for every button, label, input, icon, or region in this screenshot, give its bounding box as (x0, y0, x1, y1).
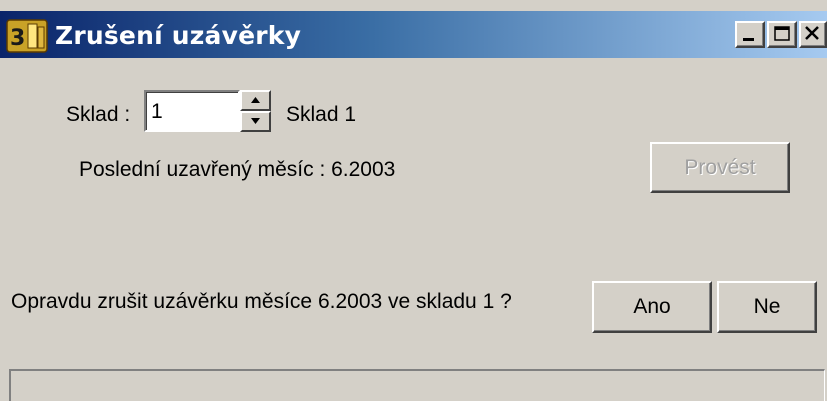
last-closed-month-label: Poslední uzavřený měsíc : 6.2003 (79, 158, 396, 181)
spin-down-button[interactable] (240, 111, 271, 132)
maximize-icon (774, 26, 790, 41)
sklad-spin-input[interactable]: 1 (144, 90, 240, 132)
minimize-button[interactable] (735, 21, 765, 48)
minimize-icon (743, 38, 754, 41)
close-icon (805, 26, 819, 40)
window-title: Zrušení uzávěrky (55, 21, 302, 50)
arrow-down-icon (251, 118, 260, 124)
ne-button[interactable]: Ne (717, 281, 817, 333)
provest-button[interactable]: Provést (650, 142, 790, 193)
app-logo-icon[interactable]: 3 (6, 19, 48, 53)
title-bar[interactable]: 3 Zrušení uzávěrky (0, 11, 827, 58)
close-button[interactable] (799, 21, 827, 48)
ano-button[interactable]: Ano (592, 281, 712, 333)
svg-text:3: 3 (10, 26, 25, 51)
arrow-up-icon (251, 97, 260, 103)
dialog-window: 3 Zrušení uzávěrky Sklad : 1 Sklad 1 Pos… (0, 0, 827, 401)
sklad-name-label: Sklad 1 (286, 103, 357, 126)
status-panel (9, 369, 825, 401)
confirm-question-label: Opravdu zrušit uzávěrku měsíce 6.2003 ve… (11, 290, 512, 313)
maximize-button[interactable] (767, 21, 797, 48)
sklad-label: Sklad : (66, 103, 131, 126)
spin-up-button[interactable] (240, 90, 271, 111)
